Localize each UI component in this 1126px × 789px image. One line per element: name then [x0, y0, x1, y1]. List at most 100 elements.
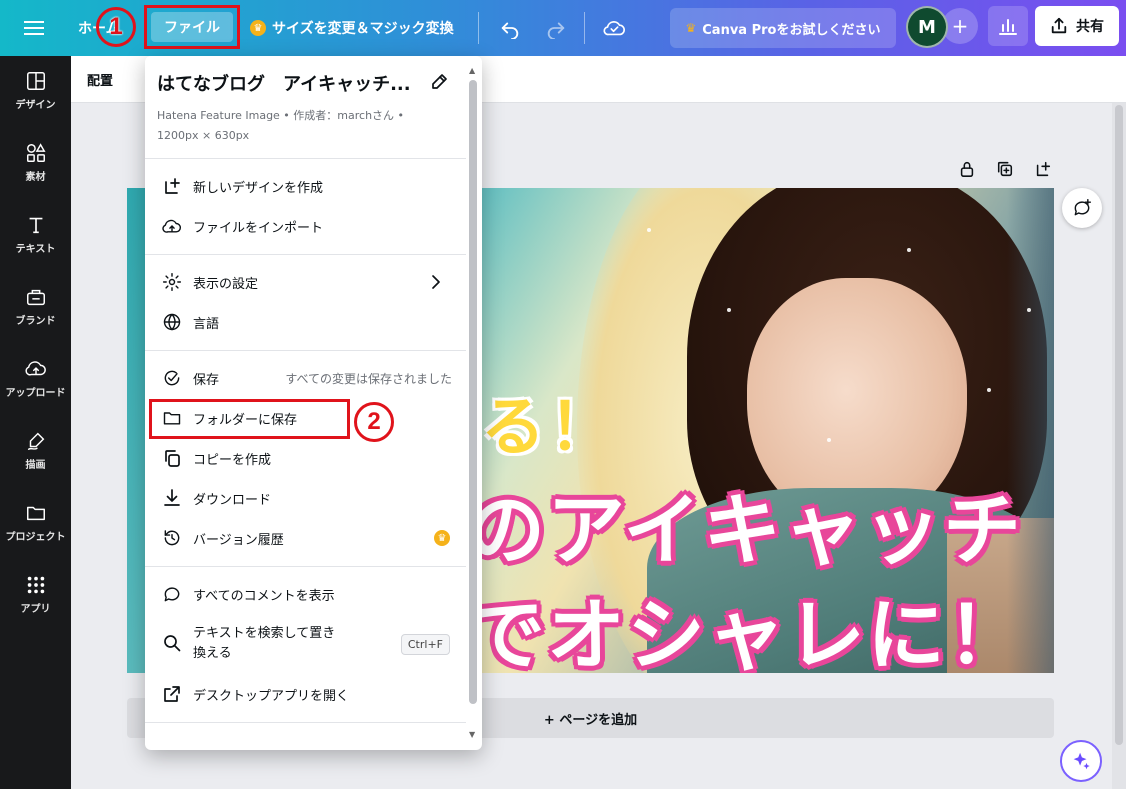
apps-icon — [27, 576, 44, 593]
step-2-marker: 2 — [354, 402, 394, 442]
lock-icon[interactable] — [956, 158, 978, 180]
save-status: すべての変更は保存されました — [285, 371, 452, 386]
crown-icon: ♛ — [434, 530, 450, 546]
menu-item-download[interactable]: ダウンロード — [145, 478, 466, 518]
design-headline-line1[interactable]: のアイキャッチ — [467, 468, 1023, 580]
canvas-scrollbar[interactable] — [1112, 103, 1126, 789]
step-1-marker: 1 — [96, 7, 136, 47]
file-menu-label: ファイル — [151, 12, 233, 42]
sidebar-item-brand[interactable]: ブランド — [0, 276, 71, 336]
sidebar-item-apps[interactable]: アプリ — [0, 564, 71, 624]
crown-icon: ♛ — [685, 21, 697, 35]
draw-icon — [27, 432, 44, 450]
snowflake — [727, 308, 731, 312]
brand-icon — [26, 289, 45, 305]
top-bar: ホーム ファイル ♛ サイズを変更＆マジック変換 ♛ Canva Proをお試し… — [0, 0, 1126, 56]
page-tools — [956, 158, 1054, 180]
comment-icon — [161, 583, 183, 605]
duplicate-page-icon[interactable] — [994, 158, 1016, 180]
share-icon — [1051, 17, 1067, 34]
shortcut-badge: Ctrl+F — [400, 633, 450, 655]
sidebar-item-design[interactable]: デザイン — [0, 60, 71, 120]
sidebar-item-label: ブランド — [15, 315, 56, 327]
sidebar-item-label: デザイン — [15, 99, 56, 111]
menu-item-make-copy[interactable]: コピーを作成 — [145, 438, 466, 478]
snowflake — [987, 388, 991, 392]
avatar[interactable]: M — [906, 6, 948, 48]
menu-divider — [145, 722, 466, 723]
menu-item-new-design[interactable]: 新しいデザインを作成 — [145, 166, 466, 206]
folder-icon — [26, 506, 45, 520]
menu-hamburger-icon[interactable] — [14, 12, 54, 44]
elements-icon — [26, 142, 46, 162]
sidebar-item-text[interactable]: テキスト — [0, 204, 71, 264]
cloud-upload-icon — [161, 215, 183, 237]
sidebar-item-projects[interactable]: プロジェクト — [0, 492, 71, 552]
globe-icon — [161, 311, 183, 333]
sidebar-item-draw[interactable]: 描画 — [0, 420, 71, 480]
scroll-down-arrow-icon[interactable]: ▼ — [469, 730, 475, 739]
sidebar-item-label: アプリ — [20, 603, 51, 615]
new-design-icon — [161, 175, 183, 197]
sparkle-icon — [1073, 752, 1090, 770]
upload-icon — [24, 360, 46, 375]
magic-assistant-button[interactable] — [1060, 740, 1102, 782]
menu-item-view-settings[interactable]: 表示の設定 — [145, 262, 466, 302]
copy-icon — [161, 447, 183, 469]
share-button[interactable]: 共有 — [1035, 6, 1119, 46]
external-link-icon — [161, 683, 183, 705]
menu-item-import-file[interactable]: ファイルをインポート — [145, 206, 466, 246]
gear-icon — [161, 271, 183, 293]
sidebar-item-label: テキスト — [15, 243, 56, 255]
menu-scrollbar-thumb[interactable] — [469, 80, 477, 704]
layout-icon — [26, 71, 45, 90]
try-canva-pro-button[interactable]: ♛ Canva Proをお試しください — [670, 8, 896, 48]
pencil-icon[interactable] — [427, 70, 451, 94]
arrange-button[interactable]: 配置 — [87, 70, 113, 89]
sidebar-item-elements[interactable]: 素材 — [0, 132, 71, 192]
menu-divider — [145, 158, 466, 159]
menu-divider — [145, 254, 466, 255]
crown-icon: ♛ — [250, 20, 266, 36]
design-title[interactable]: はてなブログ アイキャッチ... — [157, 70, 417, 96]
design-headline-line2[interactable]: でオシャレに！ — [467, 573, 1027, 673]
menu-scrollbar[interactable]: ▲ ▼ — [466, 60, 480, 746]
resize-magic-label: サイズを変更＆マジック変換 — [272, 21, 454, 37]
design-headline-yellow[interactable]: る！ — [481, 376, 617, 468]
chevron-right-icon — [426, 272, 446, 296]
text-icon — [29, 217, 42, 233]
sidebar-item-label: アップロード — [5, 387, 66, 399]
snowflake — [1027, 308, 1031, 312]
try-canva-pro-label: Canva Proをお試しください — [702, 22, 881, 38]
cloud-saved-icon[interactable] — [598, 12, 630, 44]
share-label: 共有 — [1076, 19, 1104, 35]
add-page-icon[interactable] — [1032, 158, 1054, 180]
sidebar-item-label: プロジェクト — [5, 531, 66, 543]
insights-chart-icon[interactable] — [988, 6, 1028, 46]
menu-item-language[interactable]: 言語 — [145, 302, 466, 342]
add-comment-button[interactable] — [1062, 188, 1102, 228]
history-icon — [161, 527, 183, 549]
comment-plus-icon — [1074, 198, 1092, 216]
sidebar-item-label: 素材 — [25, 171, 46, 183]
snowflake — [827, 438, 831, 442]
menu-item-show-comments[interactable]: すべてのコメントを表示 — [145, 574, 466, 614]
sidebar-item-upload[interactable]: アップロード — [0, 348, 71, 408]
download-icon — [161, 487, 183, 509]
toolbar-divider — [584, 12, 585, 44]
file-menu-button[interactable]: ファイル — [144, 5, 240, 49]
resize-magic-button[interactable]: ♛ サイズを変更＆マジック変換 — [250, 12, 454, 44]
canvas-scrollbar-thumb[interactable] — [1115, 105, 1123, 745]
menu-item-open-desktop-app[interactable]: デスクトップアプリを開く — [145, 674, 466, 714]
menu-divider — [145, 350, 466, 351]
scroll-up-arrow-icon[interactable]: ▲ — [469, 66, 475, 75]
toolbar-divider — [478, 12, 479, 44]
left-sidebar: デザイン 素材 テキスト ブランド アップロード 描画 プロジェクト アプリ — [0, 56, 71, 789]
undo-icon[interactable] — [494, 12, 526, 44]
menu-divider — [145, 566, 466, 567]
search-icon — [161, 632, 183, 654]
menu-item-version-history[interactable]: バージョン履歴 ♛ — [145, 518, 466, 558]
menu-item-save[interactable]: 保存 すべての変更は保存されました — [145, 358, 466, 398]
menu-item-find-replace[interactable]: テキストを検索して置き換える Ctrl+F — [145, 616, 466, 672]
redo-icon[interactable] — [540, 12, 572, 44]
